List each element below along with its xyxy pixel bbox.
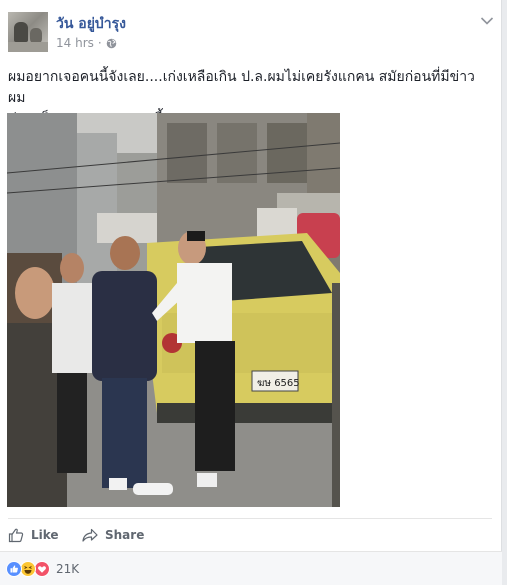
post-timestamp[interactable]: 14 hrs [56,36,94,50]
divider [8,518,492,519]
share-label: Share [105,528,145,542]
reactions-summary[interactable]: 21K [6,561,79,577]
haha-reaction-icon [20,561,36,577]
like-button[interactable]: Like [8,525,59,545]
post-text-line-1: ผมอยากเจอคนนี้จังเลย....เก่งเหลือเกิน ป.… [8,69,475,106]
author-name[interactable]: วัน อยู่บำรุง [56,13,126,35]
post-photo[interactable]: ฆษ 6565 [7,113,340,507]
globe-icon[interactable] [106,38,117,49]
post-meta: 14 hrs · [56,36,117,50]
share-arrow-icon [82,528,98,542]
share-button[interactable]: Share [82,525,144,545]
license-plate: ฆษ 6565 [257,378,300,389]
post-card: วัน อยู่บำรุง 14 hrs · ผมอยากเจอคนนี้จัง… [0,0,502,585]
thumbs-up-icon [8,528,24,543]
like-reaction-icon [6,561,22,577]
street-scene-photo: ฆษ 6565 [7,113,340,507]
meta-separator: · [97,36,102,50]
like-label: Like [31,528,59,542]
author-avatar[interactable] [8,12,48,52]
chevron-down-icon[interactable] [480,16,494,26]
reaction-count[interactable]: 21K [56,562,79,576]
love-reaction-icon [34,561,50,577]
